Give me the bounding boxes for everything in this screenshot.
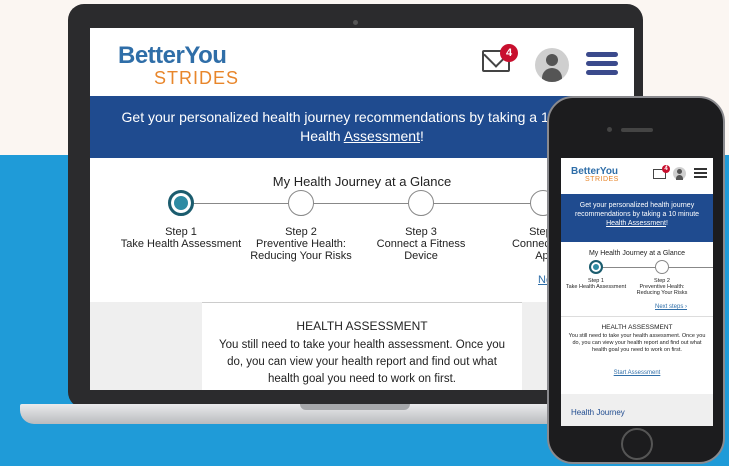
brand-name-top: BetterYou <box>118 42 227 69</box>
step-3-circle[interactable] <box>408 190 434 216</box>
mobile-health-assessment-card: HEALTH ASSESSMENT You still need to take… <box>561 316 713 394</box>
mobile-journey-title: My Health Journey at a Glance <box>588 250 686 257</box>
phone-speaker <box>621 128 653 132</box>
step-3-label: Step 3 Connect a Fitness Device <box>376 226 466 262</box>
banner-text-end: ! <box>419 128 424 144</box>
avatar-head <box>546 54 558 66</box>
desktop-header: BetterYou STRIDES 4 <box>90 28 634 96</box>
mobile-brand-name-bottom: STRIDES <box>585 176 619 183</box>
mobile-banner-link[interactable]: Health Assessment <box>606 220 666 227</box>
phone-home-button <box>621 428 653 460</box>
step-2-label: Step 2 Preventive Health: Reducing Your … <box>250 226 352 262</box>
mobile-health-journey-section[interactable]: Health Journey <box>561 394 713 426</box>
mobile-step-1-circle[interactable] <box>589 260 603 274</box>
step-1-label: Step 1 Take Health Assessment <box>120 226 242 250</box>
menu-bar <box>586 61 618 66</box>
mobile-banner-text-end: ! <box>665 220 668 227</box>
mobile-assessment-body: You still need to take your health asses… <box>568 333 706 353</box>
start-assessment-link[interactable]: Start Assessment <box>561 370 713 376</box>
brand-logo[interactable]: BetterYou STRIDES <box>118 42 238 88</box>
assessment-body: You still need to take your health asses… <box>219 339 505 385</box>
brand-name-bottom: STRIDES <box>154 68 240 88</box>
menu-bar <box>694 168 707 170</box>
menu-bar <box>586 70 618 75</box>
laptop-notch <box>300 404 410 410</box>
mobile-notification-badge: 4 <box>662 165 670 173</box>
assessment-title: HEALTH ASSESSMENT <box>296 319 428 333</box>
mobile-step-1-label: Step 1 Take Health Assessment <box>565 278 627 290</box>
mobile-avatar[interactable] <box>673 167 686 180</box>
menu-bar <box>694 176 707 178</box>
hamburger-menu-icon[interactable] <box>586 52 618 78</box>
mobile-step-2-circle[interactable] <box>655 260 669 274</box>
phone-camera <box>607 127 612 132</box>
avatar-body <box>542 68 562 82</box>
mobile-journey-line <box>589 267 713 268</box>
menu-bar <box>586 52 618 57</box>
mobile-next-steps-link[interactable]: Next steps › <box>655 304 687 310</box>
mobile-assessment-title: HEALTH ASSESSMENT <box>601 324 673 331</box>
mobile-hamburger-menu-icon[interactable] <box>694 168 707 180</box>
menu-bar <box>694 172 707 174</box>
health-assessment-card: HEALTH ASSESSMENT You still need to take… <box>202 302 522 390</box>
step-2-circle[interactable] <box>288 190 314 216</box>
mobile-brand-logo[interactable]: BetterYou STRIDES <box>571 166 618 183</box>
mobile-screen: BetterYou STRIDES 4 Get your personalize… <box>561 158 713 426</box>
laptop-camera <box>353 20 358 25</box>
notification-badge: 4 <box>500 44 518 62</box>
avatar[interactable] <box>535 48 569 82</box>
mobile-banner-text: Get your personalized health journey rec… <box>574 202 700 218</box>
mobile-step-2-label: Step 2 Preventive Health: Reducing Your … <box>636 278 688 296</box>
step-1-circle[interactable] <box>168 190 194 216</box>
phone-frame: BetterYou STRIDES 4 Get your personalize… <box>547 96 725 464</box>
mobile-assessment-banner: Get your personalized health journey rec… <box>561 194 713 242</box>
banner-assessment-link[interactable]: Assessment <box>344 128 420 144</box>
